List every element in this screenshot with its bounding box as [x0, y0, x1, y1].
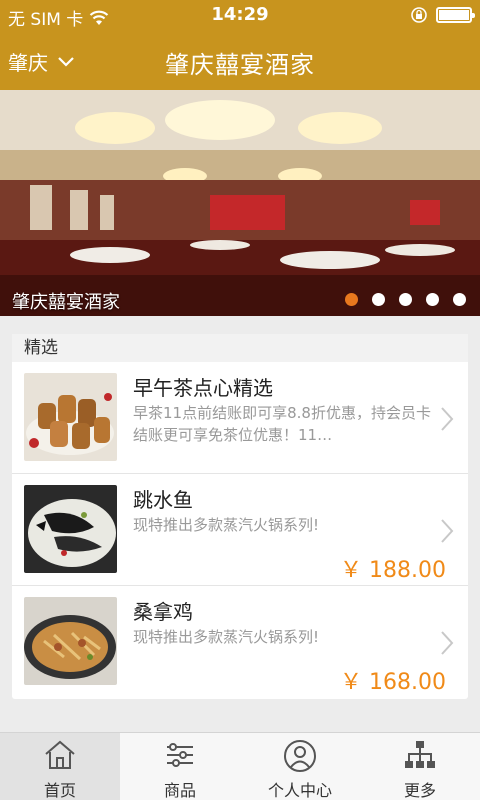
list-item[interactable]: 跳水鱼 现特推出多款蒸汽火锅系列! ￥ 188.00 — [12, 474, 468, 586]
item-price: ￥ 168.00 — [340, 670, 446, 695]
rotation-lock-icon — [411, 7, 427, 23]
chevron-right-icon — [441, 631, 454, 655]
banner-image — [0, 90, 480, 316]
user-icon — [284, 740, 316, 772]
fish-dish-thumbnail — [24, 485, 117, 573]
item-description: 现特推出多款蒸汽火锅系列! — [133, 628, 320, 646]
section-title: 精选 — [12, 334, 468, 362]
dim-sum-thumbnail — [24, 373, 117, 461]
item-description: 现特推出多款蒸汽火锅系列! — [133, 516, 320, 534]
battery-icon — [436, 7, 475, 23]
tab-label: 更多 — [403, 781, 436, 800]
tab-profile[interactable]: 个人中心 — [240, 733, 360, 800]
item-name: 跳水鱼 — [133, 488, 193, 512]
carousel-dot[interactable] — [453, 293, 466, 306]
tab-bar: 首页 商品 个人中心 更多 — [0, 732, 480, 800]
tab-label: 首页 — [43, 781, 76, 800]
chevron-right-icon — [441, 519, 454, 543]
item-description: 早茶11点前结账即可享8.8折优惠，持会员卡结账更可享免茶位优惠！11… — [133, 404, 431, 444]
tab-home[interactable]: 首页 — [0, 733, 120, 800]
carousel-dot[interactable] — [426, 293, 439, 306]
banner-caption: 肇庆囍宴酒家 — [12, 292, 120, 313]
list-item[interactable]: 桑拿鸡 现特推出多款蒸汽火锅系列! ￥ 168.00 — [12, 586, 468, 698]
sitemap-icon — [405, 741, 435, 768]
carousel-dot[interactable] — [372, 293, 385, 306]
status-bar: 无 SIM 卡 14:29 — [0, 0, 480, 30]
chevron-right-icon — [441, 407, 454, 431]
list-icon — [167, 743, 193, 767]
page-title: 肇庆囍宴酒家 — [165, 51, 315, 79]
tab-label: 个人中心 — [267, 781, 332, 800]
carousel-dot[interactable] — [399, 293, 412, 306]
item-price: ￥ 188.00 — [340, 558, 446, 583]
tab-products[interactable]: 商品 — [120, 733, 240, 800]
nav-bar: 肇庆 肇庆囍宴酒家 — [0, 30, 480, 90]
banner-carousel[interactable]: 肇庆囍宴酒家 — [0, 90, 480, 316]
featured-section: 精选 早午茶点心精选 早茶11点前结账即可享8.8折优惠，持会员卡结账更可享免茶… — [12, 334, 468, 699]
carousel-dots — [345, 293, 466, 306]
item-name: 早午茶点心精选 — [133, 376, 273, 400]
home-icon — [45, 740, 75, 769]
carousel-dot[interactable] — [345, 293, 358, 306]
tab-label: 商品 — [163, 781, 196, 800]
status-right — [410, 6, 475, 24]
chicken-dish-thumbnail — [24, 597, 117, 685]
tab-more[interactable]: 更多 — [360, 733, 480, 800]
item-name: 桑拿鸡 — [133, 600, 193, 624]
list-item[interactable]: 早午茶点心精选 早茶11点前结账即可享8.8折优惠，持会员卡结账更可享免茶位优惠… — [12, 362, 468, 474]
status-time: 14:29 — [211, 4, 269, 25]
